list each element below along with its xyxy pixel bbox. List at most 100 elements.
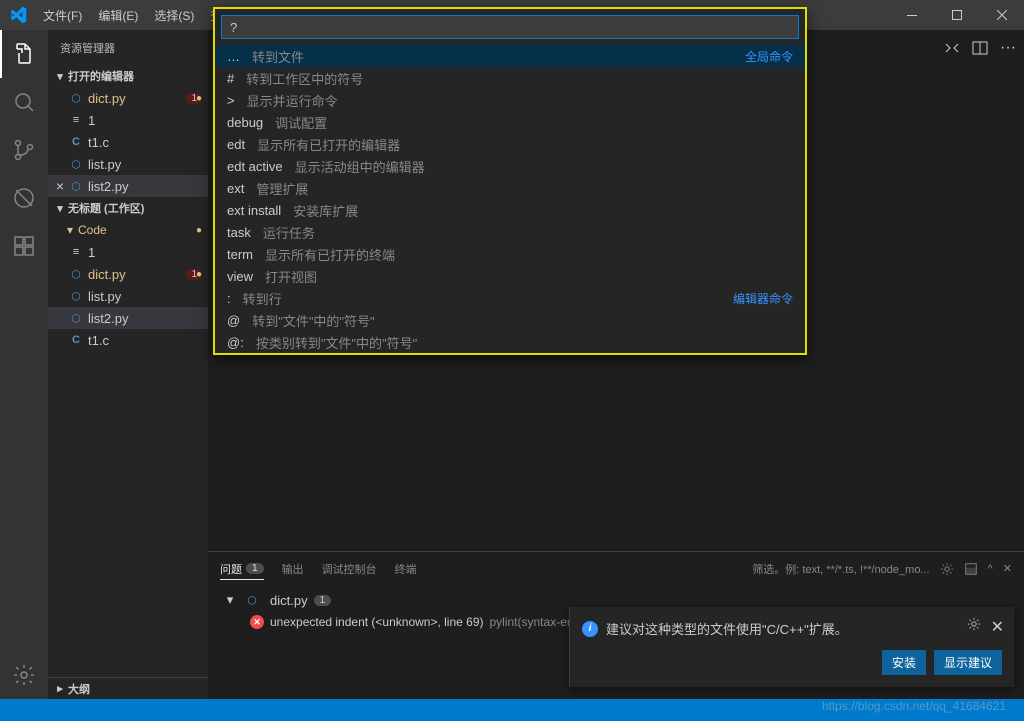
chevron-down-icon: ▾ xyxy=(62,223,78,237)
file-name: 1 xyxy=(88,113,95,128)
activity-bar xyxy=(0,30,48,699)
open-editor-item[interactable]: C t1.c xyxy=(48,131,208,153)
palette-desc: 调试配置 xyxy=(275,113,327,132)
python-file-icon: ⬡ xyxy=(68,310,84,326)
palette-desc: 显示所有已打开的编辑器 xyxy=(257,135,400,154)
file-name: list2.py xyxy=(88,311,128,326)
palette-desc: 打开视图 xyxy=(265,267,317,286)
notification-toast: ✕ i 建议对这种类型的文件使用"C/C++"扩展。 安装 显示建议 xyxy=(569,607,1014,687)
palette-row[interactable]: ext install 安装库扩展 xyxy=(215,199,805,221)
compare-icon[interactable] xyxy=(944,40,960,56)
file-name: list.py xyxy=(88,157,121,172)
settings-activity[interactable] xyxy=(0,651,48,699)
palette-desc: 显示活动组中的编辑器 xyxy=(295,157,425,176)
text-file-icon: ≡ xyxy=(68,112,84,128)
filter-placeholder[interactable]: 筛选。例: text, **/*.ts, !**/node_mo... xyxy=(752,561,929,577)
palette-row[interactable]: #转到工作区中的符号 xyxy=(215,67,805,89)
palette-action-link[interactable]: 编辑器命令 xyxy=(733,290,793,307)
file-item[interactable]: ≡ 1 xyxy=(48,241,208,263)
problem-file-name: dict.py xyxy=(270,593,308,608)
palette-row[interactable]: term显示所有已打开的终端 xyxy=(215,243,805,265)
file-name: dict.py xyxy=(88,91,126,106)
show-suggestions-button[interactable]: 显示建议 xyxy=(934,650,1002,675)
panel-close-icon[interactable]: ✕ xyxy=(1003,562,1012,575)
toast-message: 建议对这种类型的文件使用"C/C++"扩展。 xyxy=(606,619,848,638)
palette-row[interactable]: @转到"文件"中的"符号" xyxy=(215,309,805,331)
chevron-right-icon: ▸ xyxy=(52,682,68,695)
palette-row[interactable]: >显示并运行命令 xyxy=(215,89,805,111)
collapse-icon[interactable] xyxy=(964,562,978,576)
panel-maximize-icon[interactable]: ^ xyxy=(988,563,993,575)
menu-edit[interactable]: 编辑(E) xyxy=(90,0,146,30)
palette-prefix: @ xyxy=(227,313,240,328)
close-button[interactable] xyxy=(979,0,1024,30)
python-file-icon: ⬡ xyxy=(68,266,84,282)
palette-desc: 转到行 xyxy=(243,289,282,308)
palette-desc: 转到工作区中的符号 xyxy=(246,69,363,88)
palette-prefix: edt xyxy=(227,137,245,152)
search-activity[interactable] xyxy=(0,78,48,126)
open-editor-item[interactable]: × ⬡ list2.py xyxy=(48,175,208,197)
open-editor-item[interactable]: ⬡ dict.py 1 xyxy=(48,87,208,109)
file-item[interactable]: ⬡ dict.py 1 xyxy=(48,263,208,285)
toast-settings-icon[interactable] xyxy=(967,617,981,637)
open-editor-item[interactable]: ⬡ list.py xyxy=(48,153,208,175)
debug-activity[interactable] xyxy=(0,174,48,222)
debug-console-tab[interactable]: 调试控制台 xyxy=(322,561,377,577)
chevron-down-icon: ▾ xyxy=(52,70,68,83)
workspace-header[interactable]: ▾ 无标题 (工作区) xyxy=(48,197,208,219)
python-file-icon: ⬡ xyxy=(244,592,260,608)
install-button[interactable]: 安装 xyxy=(882,650,926,675)
folder-item[interactable]: ▾ Code xyxy=(48,219,208,241)
output-tab[interactable]: 输出 xyxy=(282,561,304,577)
file-name: dict.py xyxy=(88,267,126,282)
file-item[interactable]: ⬡ list.py xyxy=(48,285,208,307)
outline-header[interactable]: ▸ 大纲 xyxy=(48,677,208,699)
minimize-button[interactable] xyxy=(889,0,934,30)
terminal-tab[interactable]: 终端 xyxy=(395,561,417,577)
palette-desc: 显示并运行命令 xyxy=(247,91,338,110)
palette-row[interactable]: edt 显示所有已打开的编辑器 xyxy=(215,133,805,155)
file-item[interactable]: ⬡ list2.py xyxy=(48,307,208,329)
menu-file[interactable]: 文件(F) xyxy=(35,0,90,30)
vscode-logo-icon xyxy=(0,6,35,24)
palette-row[interactable]: ext 管理扩展 xyxy=(215,177,805,199)
command-palette-input[interactable] xyxy=(221,15,799,39)
file-item[interactable]: C t1.c xyxy=(48,329,208,351)
palette-row[interactable]: @:按类别转到"文件"中的"符号" xyxy=(215,331,805,353)
palette-row[interactable]: …转到文件全局命令 xyxy=(215,45,805,67)
palette-row[interactable]: edt active显示活动组中的编辑器 xyxy=(215,155,805,177)
close-editor-icon[interactable]: × xyxy=(52,178,68,194)
palette-prefix: ext xyxy=(227,181,244,196)
c-file-icon: C xyxy=(68,134,84,150)
split-editor-icon[interactable] xyxy=(972,40,988,56)
open-editor-item[interactable]: ≡ 1 xyxy=(48,109,208,131)
open-editors-header[interactable]: ▾ 打开的编辑器 xyxy=(48,65,208,87)
palette-action-link[interactable]: 全局命令 xyxy=(745,48,793,65)
filter-settings-icon[interactable] xyxy=(940,562,954,576)
palette-prefix: … xyxy=(227,49,240,64)
palette-prefix: ext install xyxy=(227,203,281,218)
more-icon[interactable]: ··· xyxy=(1000,39,1016,57)
explorer-sidebar: 资源管理器 ▾ 打开的编辑器 ⬡ dict.py 1 ≡ 1 C t1.c ⬡ … xyxy=(48,30,208,699)
toast-close-icon[interactable]: ✕ xyxy=(991,617,1004,637)
c-file-icon: C xyxy=(68,332,84,348)
extensions-activity[interactable] xyxy=(0,222,48,270)
palette-prefix: view xyxy=(227,269,253,284)
palette-row[interactable]: task运行任务 xyxy=(215,221,805,243)
python-file-icon: ⬡ xyxy=(68,156,84,172)
explorer-activity[interactable] xyxy=(0,30,48,78)
problems-tab[interactable]: 问题 1 xyxy=(220,561,264,580)
palette-row[interactable]: :转到行编辑器命令 xyxy=(215,287,805,309)
palette-desc: 管理扩展 xyxy=(256,179,308,198)
maximize-button[interactable] xyxy=(934,0,979,30)
file-problem-count: 1 xyxy=(314,595,332,606)
file-name: list.py xyxy=(88,289,121,304)
palette-row[interactable]: debug调试配置 xyxy=(215,111,805,133)
status-bar[interactable] xyxy=(0,699,1024,721)
palette-row[interactable]: view 打开视图 xyxy=(215,265,805,287)
menu-selection[interactable]: 选择(S) xyxy=(146,0,202,30)
file-name: t1.c xyxy=(88,135,109,150)
scm-activity[interactable] xyxy=(0,126,48,174)
palette-desc: 安装库扩展 xyxy=(293,201,358,220)
